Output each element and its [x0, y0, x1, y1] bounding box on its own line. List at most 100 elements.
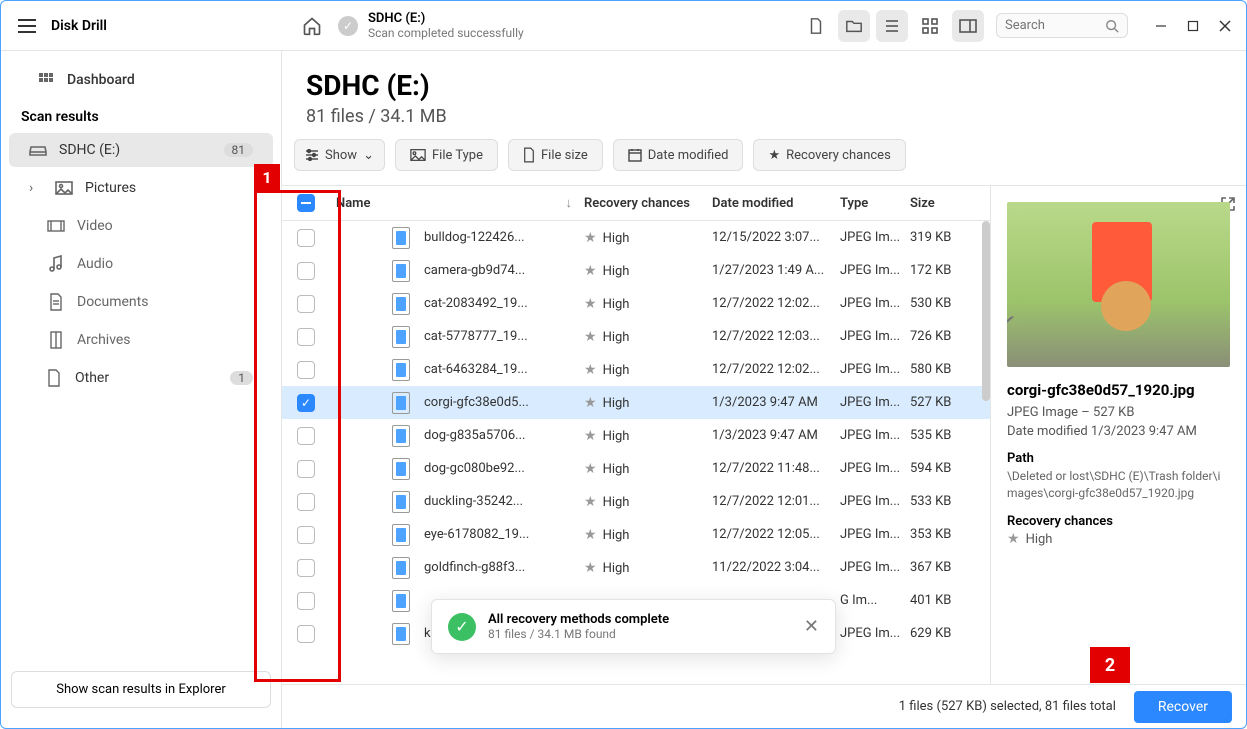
column-header-type[interactable]: Type [840, 196, 910, 211]
window-close-button[interactable] [1218, 19, 1232, 33]
sidebar-item-pictures[interactable]: › Pictures [9, 171, 273, 205]
filter-chances-button[interactable]: ★Recovery chances [753, 139, 905, 171]
columns-folder-icon[interactable] [838, 10, 870, 42]
file-icon [392, 590, 410, 612]
table-row[interactable]: cat-2083492_19...★High12/7/2022 12:02...… [282, 287, 990, 320]
table-row[interactable]: eye-6178082_19...★High12/7/2022 12:05...… [282, 518, 990, 551]
sidebar-dashboard-label: Dashboard [67, 72, 135, 88]
other-icon [45, 369, 63, 387]
cell-size: 726 KB [910, 329, 990, 344]
cell-size: 629 KB [910, 626, 990, 641]
sidebar-item-other[interactable]: Other 1 [9, 361, 273, 395]
home-icon[interactable] [296, 10, 328, 42]
file-icon [392, 227, 410, 249]
table-row[interactable]: camera-gb9d74...★High1/27/2023 1:49 A...… [282, 254, 990, 287]
audio-icon [47, 255, 65, 273]
table-row[interactable]: cat-5778777_19...★High12/7/2022 12:03...… [282, 320, 990, 353]
chevron-right-icon[interactable]: › [29, 180, 41, 196]
sidebar-item-audio[interactable]: Audio [9, 247, 273, 281]
column-header-recovery[interactable]: Recovery chances [584, 196, 712, 211]
file-name: camera-gb9d74... [424, 263, 525, 278]
cell-type: JPEG Im... [840, 494, 910, 509]
page-summary: 81 files / 34.1 MB [306, 106, 1222, 127]
table-row[interactable]: ✓corgi-gfc38e0d5...★High1/3/2023 9:47 AM… [282, 386, 990, 419]
view-panel-icon[interactable] [952, 10, 984, 42]
pictures-icon [55, 179, 73, 197]
cell-date: 12/7/2022 12:02... [712, 362, 840, 377]
column-header-name[interactable]: Name↓ [330, 195, 584, 211]
cell-size: 367 KB [910, 560, 990, 575]
cell-type: JPEG Im... [840, 395, 910, 410]
table-row[interactable]: duckling-35242...★High12/7/2022 12:01...… [282, 485, 990, 518]
filter-label: Date modified [648, 148, 729, 163]
file-icon [392, 458, 410, 480]
search-input[interactable] [1005, 18, 1105, 33]
toast-title: All recovery methods complete [488, 612, 792, 627]
show-in-explorer-button[interactable]: Show scan results in Explorer [11, 671, 271, 708]
sidebar-item-video[interactable]: Video [9, 209, 273, 243]
preview-chances-value: ★High [1007, 531, 1230, 547]
columns-file-icon[interactable] [800, 10, 832, 42]
star-icon: ★ [584, 230, 597, 246]
preview-meta: JPEG Image – 527 KB [1007, 405, 1230, 420]
annotation-marker-1: 1 [254, 164, 280, 190]
page-title: SDHC (E:) [306, 69, 1222, 102]
file-name: goldfinch-g88f3... [424, 560, 525, 575]
documents-icon [47, 293, 65, 311]
sidebar-item-documents[interactable]: Documents [9, 285, 273, 319]
file-name: cat-6463284_19... [424, 362, 528, 377]
filter-show-button[interactable]: Show ⌄ [294, 139, 385, 171]
filter-label: Show [325, 148, 357, 163]
scrollbar-thumb[interactable] [982, 221, 990, 401]
star-icon: ★ [584, 560, 597, 576]
sidebar-item-drive[interactable]: SDHC (E:) 81 [9, 133, 273, 167]
hamburger-menu-icon[interactable] [15, 14, 39, 38]
view-grid-icon[interactable] [914, 10, 946, 42]
table-row[interactable]: cat-6463284_19...★High12/7/2022 12:02...… [282, 353, 990, 386]
toast-close-icon[interactable]: ✕ [804, 616, 819, 637]
annotation-marker-2: 2 [1090, 647, 1130, 683]
file-icon [392, 293, 410, 315]
sidebar-dashboard[interactable]: Dashboard [9, 63, 273, 97]
table-row[interactable]: bulldog-122426...★High12/15/2022 3:07...… [282, 221, 990, 254]
recover-button[interactable]: Recover [1134, 691, 1232, 723]
table-row[interactable]: dog-g835a5706...★High1/3/2023 9:47 AMJPE… [282, 419, 990, 452]
file-name: dog-gc080be92... [424, 461, 525, 476]
window-maximize-button[interactable] [1186, 19, 1200, 33]
sidebar-item-label: Pictures [85, 180, 136, 196]
filter-date-button[interactable]: Date modified [613, 139, 744, 171]
sidebar-item-label: Documents [77, 294, 148, 310]
filter-file-size-button[interactable]: File size [508, 139, 603, 171]
sidebar-item-label: SDHC (E:) [59, 142, 120, 158]
content-header: SDHC (E:) 81 files / 34.1 MB [282, 51, 1246, 139]
filter-label: File Type [432, 148, 483, 163]
cell-date: 1/3/2023 9:47 AM [712, 428, 840, 443]
cell-size: 533 KB [910, 494, 990, 509]
cell-size: 319 KB [910, 230, 990, 245]
annotation-outline-1 [254, 190, 341, 682]
filter-file-type-button[interactable]: File Type [395, 139, 498, 171]
sidebar-item-archives[interactable]: Archives [9, 323, 273, 357]
window-minimize-button[interactable] [1154, 19, 1168, 33]
file-icon [392, 524, 410, 546]
file-icon [392, 326, 410, 348]
cell-date: 12/7/2022 11:48... [712, 461, 840, 476]
file-icon [392, 557, 410, 579]
cell-type: JPEG Im... [840, 461, 910, 476]
filter-label: File size [541, 148, 588, 163]
column-header-date[interactable]: Date modified [712, 196, 840, 211]
cell-recovery: ★High [584, 263, 712, 279]
video-icon [47, 217, 65, 235]
search-box[interactable] [996, 13, 1128, 38]
table-row[interactable]: goldfinch-g88f3...★High11/22/2022 3:04..… [282, 551, 990, 584]
view-list-icon[interactable] [876, 10, 908, 42]
cell-size: 527 KB [910, 395, 990, 410]
search-icon[interactable] [1105, 19, 1119, 33]
cell-recovery: ★High [584, 296, 712, 312]
table-row[interactable]: dog-gc080be92...★High12/7/2022 11:48...J… [282, 452, 990, 485]
column-header-row: Name↓ Recovery chances Date modified Typ… [282, 186, 990, 221]
column-header-size[interactable]: Size [910, 196, 990, 211]
star-icon: ★ [584, 461, 597, 477]
scan-status-icon: ✓ [338, 16, 358, 36]
cell-size: 530 KB [910, 296, 990, 311]
